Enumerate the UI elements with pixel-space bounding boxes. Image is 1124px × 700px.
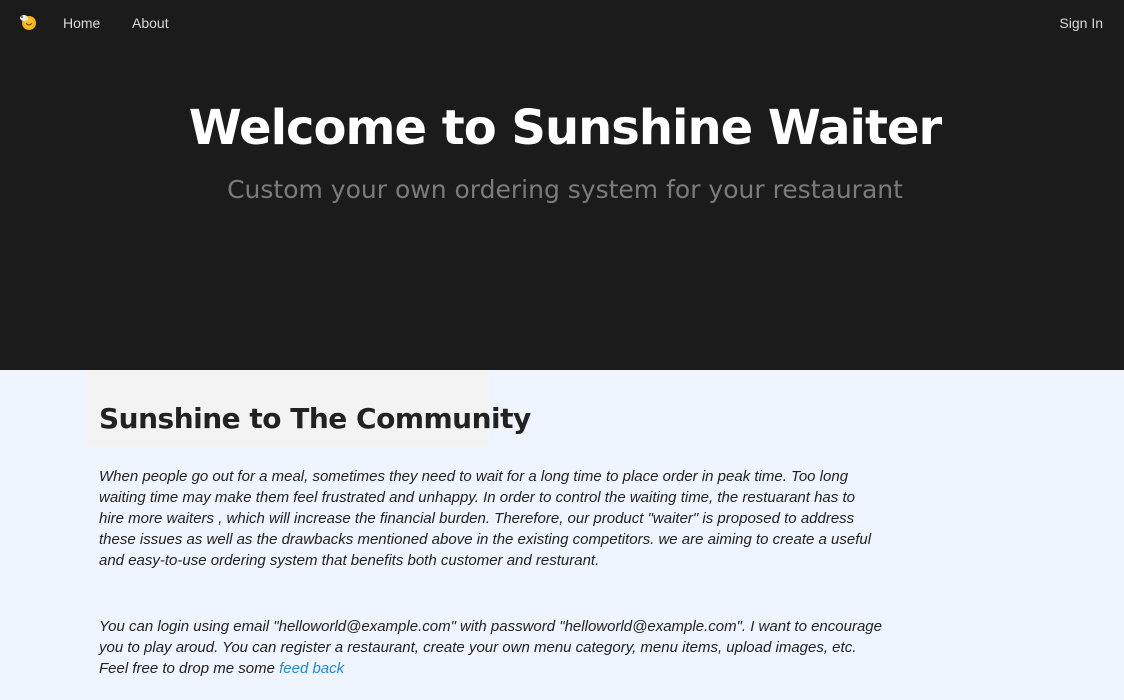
intro-paragraph: When people go out for a meal, sometimes… bbox=[99, 468, 872, 569]
community-section-header: Sunshine to The Community bbox=[86, 370, 531, 446]
login-info-paragraph: You can login using email "helloworld@ex… bbox=[99, 616, 884, 679]
hero-title: Welcome to Sunshine Waiter bbox=[188, 100, 942, 156]
hero-banner: Welcome to Sunshine Waiter Custom your o… bbox=[0, 46, 1124, 370]
nav-home-link[interactable]: Home bbox=[63, 14, 100, 32]
feedback-link[interactable]: feed back bbox=[279, 660, 344, 677]
hero-subtitle: Custom your own ordering system for your… bbox=[227, 175, 903, 204]
section-title: Sunshine to The Community bbox=[99, 402, 531, 435]
navbar: Home About Sign In bbox=[0, 0, 1124, 46]
login-info-text: You can login using email "helloworld@ex… bbox=[99, 618, 882, 677]
sunshine-waiter-logo-icon[interactable] bbox=[18, 12, 38, 32]
sign-in-link[interactable]: Sign In bbox=[1059, 14, 1103, 32]
nav-about-link[interactable]: About bbox=[132, 14, 169, 32]
